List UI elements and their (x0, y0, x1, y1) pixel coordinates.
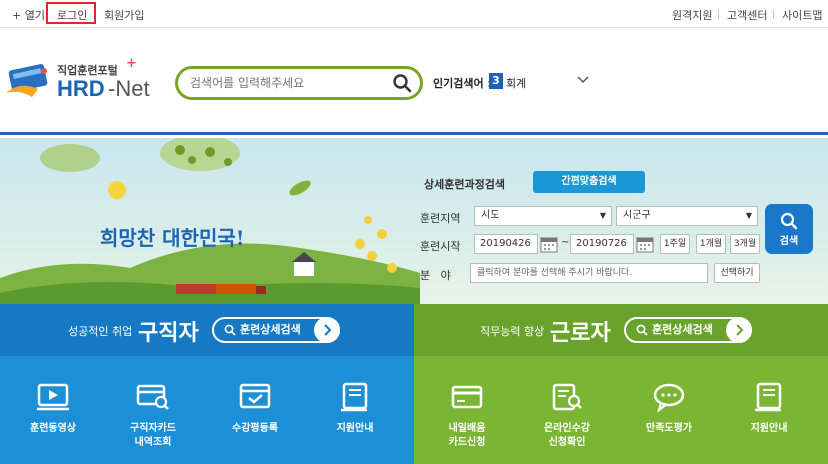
chat-bubble-icon (653, 383, 685, 412)
job-seeker-subtitle: 성공적인 취업 (68, 325, 133, 338)
satisfaction-survey-item[interactable]: 만족도평가 (624, 374, 714, 436)
book-icon (341, 382, 368, 412)
field-select-input[interactable]: 클릭하여 분야를 선택해 주시기 바랍니다. (470, 263, 708, 283)
search-icon (780, 212, 798, 230)
district-select[interactable]: 시군구 ▼ (616, 206, 758, 226)
arrow-right-icon (314, 317, 340, 343)
seeker-support-guide-item[interactable]: 지원안내 (310, 374, 400, 436)
video-player-icon (37, 383, 69, 411)
detail-search-label: 검색 (779, 236, 799, 247)
main-banner: 희망찬 대한민국! 상세훈련과정검색 간편맞춤검색 훈련지역 시도 ▼ 시군구 … (0, 138, 828, 304)
period-1month-button[interactable]: 1개월 (696, 234, 726, 254)
worker-detail-search-button[interactable]: 훈련상세검색 (624, 317, 752, 343)
field-select-button[interactable]: 선택하기 (714, 263, 760, 283)
plus-icon: + (126, 56, 137, 71)
worker-menu: 내일배움 카드신청 온라인수강 신청확인 만족도평가 지원안내 (414, 356, 828, 464)
book-icon (755, 382, 782, 412)
dropdown-arrow-icon: ▼ (599, 211, 606, 220)
learning-card-apply-label: 내일배움 카드신청 (448, 423, 486, 448)
search-input[interactable] (190, 74, 390, 92)
search-icon (636, 324, 648, 336)
course-review-item[interactable]: 수강평등록 (210, 374, 300, 436)
training-video-item[interactable]: 훈련동영상 (8, 374, 98, 436)
detail-search-button[interactable]: 검색 (765, 204, 813, 254)
course-review-label: 수강평등록 (232, 423, 278, 434)
logo-title-hrd: HRD (57, 76, 105, 101)
logo-title-net: -Net (108, 76, 150, 101)
online-course-check-label: 온라인수강 신청확인 (544, 423, 590, 448)
search-icon (224, 324, 236, 336)
satisfaction-survey-label: 만족도평가 (646, 423, 692, 434)
hrd-net-logo[interactable]: 직업훈련포털 + HRD -Net (4, 55, 164, 105)
detail-course-search-form: 상세훈련과정검색 간편맞춤검색 훈련지역 시도 ▼ 시군구 ▼ 훈련시작 201… (410, 138, 828, 304)
popular-rank-badge: 3 (489, 73, 503, 89)
period-3month-button[interactable]: 3개월 (730, 234, 760, 254)
worker-header: 직무능력 향상 근로자 훈련상세검색 (414, 304, 828, 356)
form-title: 상세훈련과정검색 (424, 178, 505, 191)
calendar-icon[interactable] (636, 235, 654, 253)
custom-search-button[interactable]: 간편맞춤검색 (533, 171, 645, 193)
sitemap-link[interactable]: 사이트맵 (782, 7, 822, 23)
worker-detail-label: 훈련상세검색 (652, 323, 713, 336)
chevron-down-icon[interactable] (576, 73, 590, 87)
online-course-check-item[interactable]: 온라인수강 신청확인 (522, 374, 612, 450)
job-seeker-detail-search-button[interactable]: 훈련상세검색 (212, 317, 340, 343)
open-link[interactable]: + 열기 (12, 7, 45, 23)
worker-support-guide-item[interactable]: 지원안내 (724, 374, 814, 436)
spring-landscape-illustration (0, 138, 420, 304)
card-search-icon (136, 384, 169, 410)
job-seeker-header: 성공적인 취업 구직자 훈련상세검색 (0, 304, 414, 356)
period-1week-button[interactable]: 1주일 (660, 234, 690, 254)
banner-slogan: 희망찬 대한민국! (100, 226, 245, 250)
divider (773, 9, 774, 19)
seeker-card-history-item[interactable]: 구직자카드 내역조회 (108, 374, 198, 450)
search-box (175, 66, 423, 100)
region-select-value: 시도 (481, 210, 500, 221)
date-to-input[interactable]: 20190726 (570, 234, 634, 254)
job-seeker-title: 구직자 (138, 321, 199, 346)
top-utility-bar: + 열기 로그인 회원가입 원격지원 고객센터 사이트맵 (0, 0, 828, 28)
worker-support-guide-label: 지원안내 (750, 423, 788, 434)
worker-subtitle: 직무능력 향상 (480, 325, 545, 338)
logo-card-icon (6, 64, 48, 97)
worker-title: 근로자 (550, 321, 611, 346)
district-select-value: 시군구 (623, 210, 651, 221)
login-link[interactable]: 로그인 (57, 7, 87, 23)
field-label: 분 야 (420, 269, 451, 282)
start-date-label: 훈련시작 (420, 240, 461, 253)
review-check-icon (239, 383, 271, 409)
popular-keyword-label: 인기검색어 : (433, 77, 492, 90)
learning-card-apply-item[interactable]: 내일배움 카드신청 (422, 374, 512, 450)
dropdown-arrow-icon: ▼ (745, 211, 752, 220)
popular-keyword[interactable]: 회계 (506, 75, 526, 91)
date-separator: ~ (561, 237, 570, 248)
training-video-label: 훈련동영상 (30, 423, 76, 434)
remote-support-link[interactable]: 원격지원 (672, 7, 712, 23)
customer-center-link[interactable]: 고객센터 (727, 7, 767, 23)
document-search-icon (552, 383, 582, 411)
seeker-support-guide-label: 지원안내 (336, 423, 374, 434)
date-from-input[interactable]: 20190426 (474, 234, 538, 254)
search-icon[interactable] (392, 73, 412, 93)
calendar-icon[interactable] (540, 235, 558, 253)
arrow-right-icon (726, 317, 752, 343)
job-seeker-menu: 훈련동영상 구직자카드 내역조회 수강평등록 지원안내 (0, 356, 414, 464)
divider (718, 9, 719, 19)
region-label: 훈련지역 (420, 212, 461, 225)
site-header: 직업훈련포털 + HRD -Net 인기검색어 : 3 회계 (0, 29, 828, 135)
job-seeker-detail-label: 훈련상세검색 (240, 323, 301, 336)
credit-card-icon (451, 385, 483, 409)
seeker-card-history-label: 구직자카드 내역조회 (130, 423, 176, 448)
region-select[interactable]: 시도 ▼ (474, 206, 612, 226)
signup-link[interactable]: 회원가입 (104, 7, 144, 23)
